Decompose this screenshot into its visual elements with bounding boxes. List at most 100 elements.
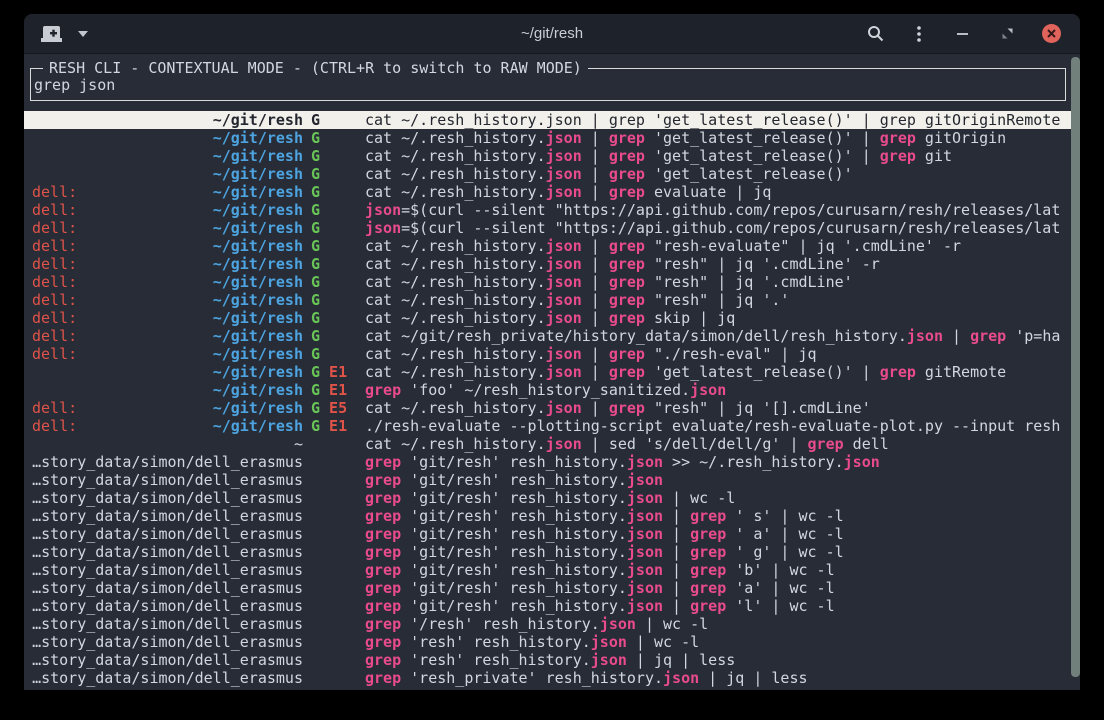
- directory-label: ~/git/resh: [213, 111, 303, 129]
- git-flag: G: [311, 111, 320, 129]
- command-text: cat ~/.resh_history.json | grep evaluate…: [365, 183, 1080, 201]
- history-row[interactable]: dell:~/git/reshG E1./resh-evaluate --plo…: [24, 417, 1080, 435]
- flags: [303, 561, 365, 579]
- history-row[interactable]: …story_data/simon/dell_erasmusgrep 'git/…: [24, 453, 1080, 471]
- history-row[interactable]: dell:~/git/reshGcat ~/.resh_history.json…: [24, 237, 1080, 255]
- row-left-columns: ~/git/resh: [32, 165, 303, 183]
- command-text: grep 'git/resh' resh_history.json | grep…: [365, 525, 1080, 543]
- row-left-columns: dell:~/git/resh: [32, 201, 303, 219]
- search-icon: [867, 25, 884, 42]
- directory-label: ~/git/resh: [213, 165, 303, 183]
- history-row[interactable]: …story_data/simon/dell_erasmus grep 'git/…: [24, 525, 1080, 543]
- row-left-columns: …story_data/simon/dell_erasmus: [32, 453, 303, 471]
- host-label: dell:: [32, 237, 77, 255]
- history-row[interactable]: ~/git/reshG E1grep 'foo' ~/resh_history_…: [24, 381, 1080, 399]
- history-row[interactable]: …story_data/simon/dell_erasmusgrep 'git/…: [24, 471, 1080, 489]
- history-row[interactable]: dell:~/git/reshGcat ~/.resh_history.json…: [24, 309, 1080, 327]
- command-text: cat ~/.resh_history.json | grep "resh" |…: [365, 291, 1080, 309]
- flags: [303, 651, 365, 669]
- minimize-button[interactable]: [952, 23, 974, 45]
- directory-label: ~/git/resh: [213, 219, 303, 237]
- history-row[interactable]: dell:~/git/reshGcat ~/.resh_history.json…: [24, 291, 1080, 309]
- history-row[interactable]: ~/git/reshG E1cat ~/.resh_history.json |…: [24, 363, 1080, 381]
- git-flag: G: [311, 255, 320, 273]
- directory-label: …story_data/simon/dell_erasmus: [32, 615, 303, 633]
- tab-dropdown-button[interactable]: [72, 23, 94, 45]
- history-row[interactable]: ~/git/reshGcat ~/.resh_history.json | gr…: [24, 165, 1080, 183]
- search-query[interactable]: grep json: [34, 76, 115, 94]
- history-row[interactable]: …story_data/simon/dell_erasmusgrep 'git/…: [24, 579, 1080, 597]
- history-row[interactable]: …story_data/simon/dell_erasmus grep 'resh…: [24, 633, 1080, 651]
- git-flag: G: [311, 417, 320, 435]
- history-row[interactable]: dell:~/git/reshGjson=$(curl --silent "ht…: [24, 219, 1080, 237]
- row-left-columns: dell:~/git/resh: [32, 219, 303, 237]
- row-left-columns: ~/git/resh: [32, 111, 303, 129]
- history-row[interactable]: dell:~/git/reshGcat ~/.resh_history.json…: [24, 345, 1080, 363]
- directory-label: …story_data/simon/dell_erasmus: [32, 525, 303, 543]
- flags: [303, 579, 365, 597]
- history-row[interactable]: …story_data/simon/dell_erasmus grep '/res…: [24, 615, 1080, 633]
- row-left-columns: …story_data/simon/dell_erasmus: [32, 525, 303, 543]
- directory-label: ~/git/resh: [213, 291, 303, 309]
- flags: G: [303, 165, 365, 183]
- flags: [303, 507, 365, 525]
- titlebar: ~/git/resh: [24, 14, 1080, 54]
- directory-label: …story_data/simon/dell_erasmus: [32, 471, 303, 489]
- history-row[interactable]: dell:~/git/reshGcat ~/git/resh_private/h…: [24, 327, 1080, 345]
- scrollbar[interactable]: [1071, 57, 1080, 677]
- directory-label: ~: [294, 435, 303, 453]
- command-text: grep 'resh' resh_history.json | wc -l: [365, 633, 1080, 651]
- host-label: dell:: [32, 309, 77, 327]
- terminal-content: RESH CLI - CONTEXTUAL MODE - (CTRL+R to …: [24, 54, 1080, 690]
- history-row[interactable]: …story_data/simon/dell_erasmus grep 'resh…: [24, 669, 1080, 687]
- history-row[interactable]: ~/git/reshGcat ~/.resh_history.json | gr…: [24, 129, 1080, 147]
- git-flag: G: [311, 201, 320, 219]
- restore-icon: [1001, 27, 1014, 40]
- flags: G: [303, 237, 365, 255]
- flags: G: [303, 291, 365, 309]
- history-row[interactable]: dell:~/git/reshGcat ~/.resh_history.json…: [24, 183, 1080, 201]
- directory-label: …story_data/simon/dell_erasmus: [32, 669, 303, 687]
- history-row[interactable]: …story_data/simon/dell_erasmusgrep 'git/…: [24, 561, 1080, 579]
- new-tab-button[interactable]: [40, 23, 62, 45]
- flags: G: [303, 309, 365, 327]
- row-left-columns: …story_data/simon/dell_erasmus: [32, 561, 303, 579]
- directory-label: ~/git/resh: [213, 327, 303, 345]
- row-left-columns: ~/git/resh: [32, 129, 303, 147]
- history-row[interactable]: dell:~/git/reshGcat ~/.resh_history.json…: [24, 273, 1080, 291]
- command-text: grep 'resh_private' resh_history.json | …: [365, 669, 1080, 687]
- command-text: grep '/resh' resh_history.json | wc -l: [365, 615, 1080, 633]
- history-row[interactable]: …story_data/simon/dell_erasmusgrep 'git/…: [24, 543, 1080, 561]
- command-text: cat ~/.resh_history.json | grep "resh" |…: [365, 399, 1080, 417]
- row-left-columns: …story_data/simon/dell_erasmus: [32, 633, 303, 651]
- directory-label: ~/git/resh: [213, 309, 303, 327]
- restore-button[interactable]: [996, 23, 1018, 45]
- git-flag: G: [311, 309, 320, 327]
- close-button[interactable]: [1040, 23, 1062, 45]
- history-row[interactable]: …story_data/simon/dell_erasmusgrep 'git/…: [24, 597, 1080, 615]
- history-row[interactable]: …story_data/simon/dell_erasmusgrep 'git/…: [24, 507, 1080, 525]
- exit-code-flag: E1: [320, 363, 347, 381]
- history-row[interactable]: dell:~/git/reshG E5cat ~/.resh_history.j…: [24, 399, 1080, 417]
- command-text: grep 'foo' ~/resh_history_sanitized.json: [365, 381, 1080, 399]
- command-text: cat ~/.resh_history.json | grep 'get_lat…: [365, 111, 1080, 129]
- history-row[interactable]: dell:~/git/resh Gjson=$(curl --silent "ht…: [24, 201, 1080, 219]
- command-text: json=$(curl --silent "https://api.github…: [365, 201, 1080, 219]
- history-row[interactable]: …story_data/simon/dell_erasmusgrep 'git/…: [24, 489, 1080, 507]
- menu-button[interactable]: [908, 23, 930, 45]
- git-flag: G: [311, 363, 320, 381]
- history-row[interactable]: ~/git/resh Gcat ~/.resh_history.json | gr…: [24, 111, 1080, 129]
- git-flag: G: [311, 147, 320, 165]
- mode-header-box: RESH CLI - CONTEXTUAL MODE - (CTRL+R to …: [30, 68, 1066, 101]
- row-left-columns: …story_data/simon/dell_erasmus: [32, 471, 303, 489]
- command-text: cat ~/.resh_history.json | grep 'get_lat…: [365, 147, 1080, 165]
- history-row[interactable]: …story_data/simon/dell_erasmusgrep 'resh…: [24, 651, 1080, 669]
- search-button[interactable]: [864, 23, 886, 45]
- flags: [303, 615, 365, 633]
- history-row[interactable]: dell:~/git/reshGcat ~/.resh_history.json…: [24, 255, 1080, 273]
- command-text: grep 'git/resh' resh_history.json | grep…: [365, 543, 1080, 561]
- flags: G E1: [303, 417, 365, 435]
- row-left-columns: dell:~/git/resh: [32, 255, 303, 273]
- history-row[interactable]: ~cat ~/.resh_history.json | sed 's/dell/…: [24, 435, 1080, 453]
- history-row[interactable]: ~/git/reshGcat ~/.resh_history.json | gr…: [24, 147, 1080, 165]
